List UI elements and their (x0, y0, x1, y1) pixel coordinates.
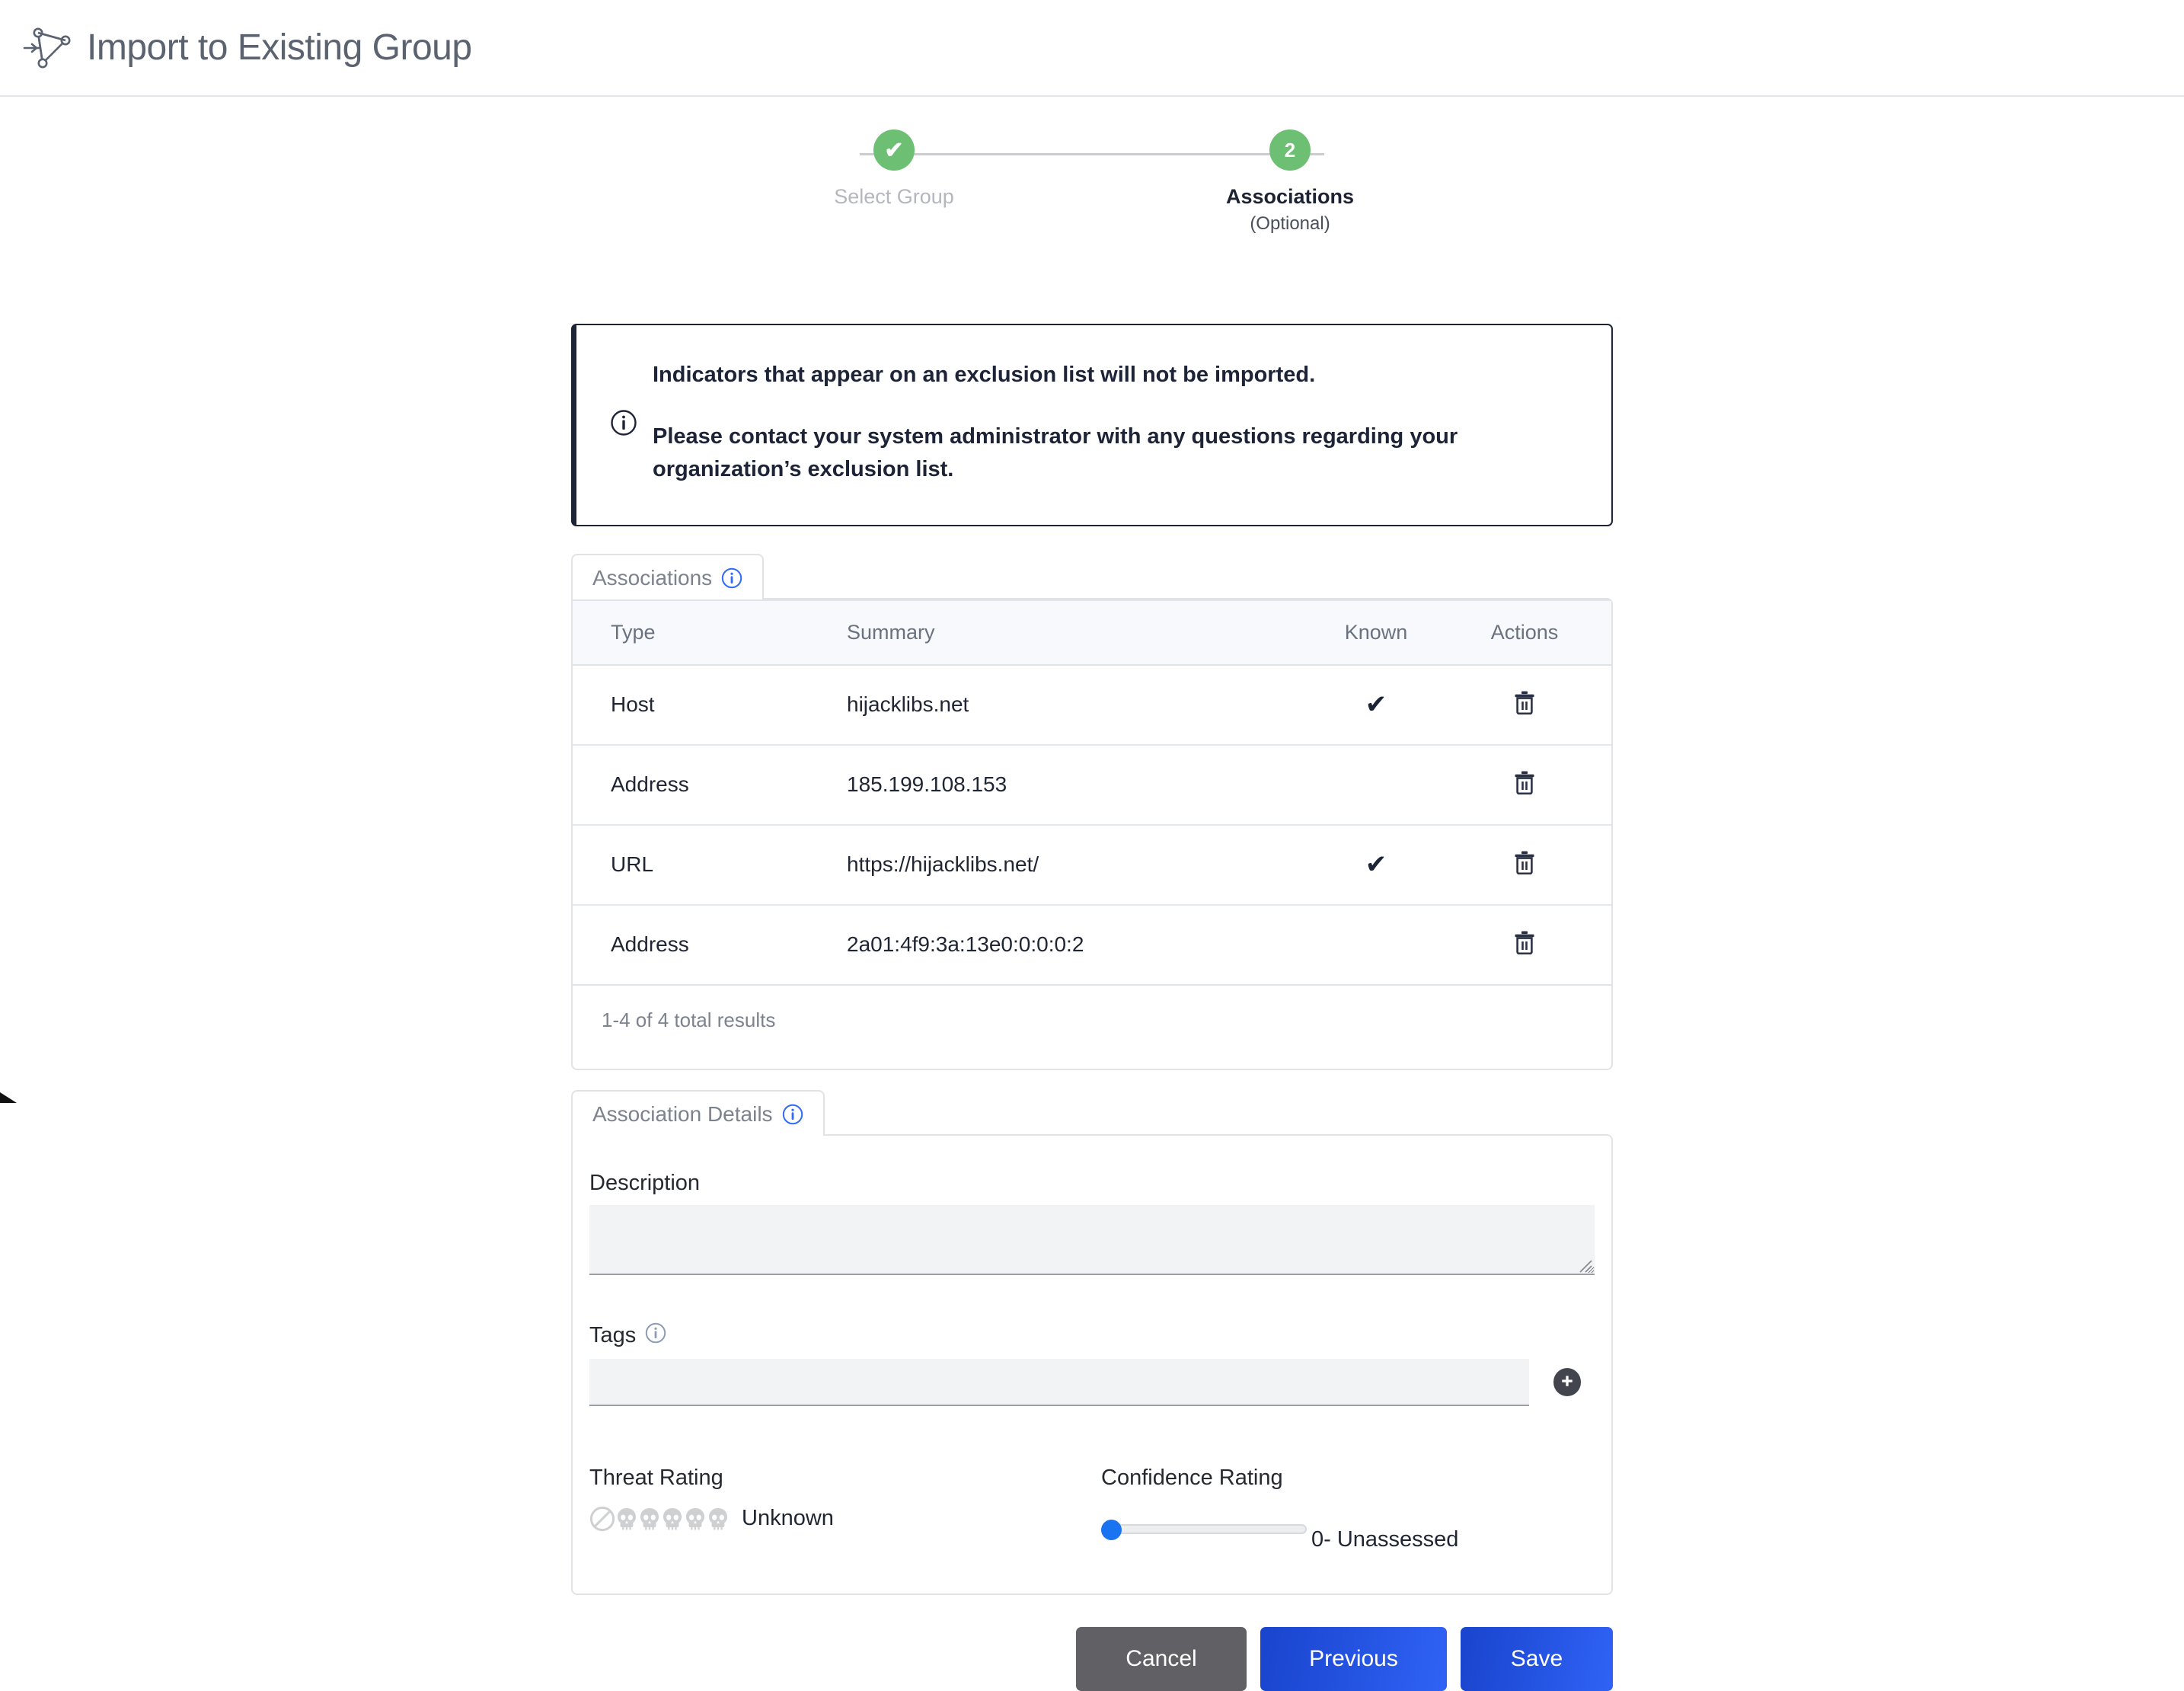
table-row[interactable]: Address 185.199.108.153 (573, 744, 1611, 826)
threat-rating-block: Threat Rating Unknown (589, 1466, 1101, 1552)
previous-button[interactable]: Previous (1260, 1626, 1447, 1691)
confidence-rating-value: 0- Unassessed (1311, 1526, 1459, 1552)
slider-track[interactable] (1110, 1524, 1307, 1534)
cell-known (1288, 904, 1464, 986)
delete-row-button[interactable] (1513, 690, 1536, 714)
threat-rating-value: Unknown (742, 1506, 834, 1530)
tab-association-details-label: Association Details (592, 1101, 773, 1126)
confidence-rating-control: 0- Unassessed (1101, 1506, 1458, 1552)
threat-rating-label: Threat Rating (589, 1465, 723, 1490)
cell-actions (1464, 744, 1611, 826)
alert-line-1: Indicators that appear on an exclusion l… (653, 363, 1316, 387)
details-tab-strip: Association Details (571, 1089, 1613, 1136)
cell-summary: https://hijacklibs.net/ (847, 824, 1288, 906)
footer-actions: Cancel Previous Save (571, 1626, 1613, 1691)
tab-associations[interactable]: Associations (571, 553, 765, 599)
resize-handle-icon[interactable] (1576, 1256, 1592, 1273)
cell-summary: hijacklibs.net (847, 664, 1288, 746)
info-circle-icon (610, 409, 637, 436)
info-circle-icon[interactable] (782, 1104, 803, 1125)
app-header: Import to Existing Group (0, 0, 2184, 97)
confidence-rating-label: Confidence Rating (1101, 1465, 1283, 1490)
trash-icon (1513, 931, 1536, 957)
step-1-label: Select Group (834, 185, 954, 208)
trash-icon (1513, 851, 1536, 877)
results-count: 1-4 of 4 total results (602, 1008, 776, 1031)
cell-actions (1464, 664, 1611, 746)
cell-known: ✔ (1288, 824, 1464, 906)
tags-label: Tags (589, 1322, 1581, 1350)
step-1-badge: ✔ (873, 129, 915, 171)
tags-label-text: Tags (589, 1323, 637, 1347)
table-row[interactable]: Address 2a01:4f9:3a:13e0:0:0:0:2 (573, 904, 1611, 986)
cell-actions (1464, 904, 1611, 986)
associations-panel: Type Summary Known Actions Host hijackli… (571, 597, 1613, 1070)
no-entry-icon[interactable] (589, 1506, 615, 1532)
main-content: Indicators that appear on an exclusion l… (571, 324, 1613, 1691)
check-icon: ✔ (1365, 849, 1387, 879)
trash-icon (1513, 691, 1536, 717)
table-header-row: Type Summary Known Actions (573, 599, 1611, 666)
plus-icon (1559, 1373, 1576, 1392)
step-2-label: Associations (1225, 185, 1355, 208)
alert-line-2: Please contact your system administrator… (653, 424, 1458, 482)
description-input[interactable] (589, 1204, 1595, 1275)
page-title: Import to Existing Group (87, 27, 472, 68)
cancel-button[interactable]: Cancel (1076, 1626, 1247, 1691)
table-row[interactable]: URL https://hijacklibs.net/ ✔ (573, 824, 1611, 906)
skull-icon[interactable] (615, 1506, 638, 1532)
association-details-panel: Description Tags Threat Rating Unknown C… (571, 1133, 1613, 1595)
stepper-step-associations[interactable]: 2 Associations (Optional) (1214, 129, 1366, 235)
column-header-known: Known (1288, 599, 1464, 666)
group-graph-icon (23, 24, 78, 72)
column-header-summary: Summary (847, 599, 1288, 666)
cell-type: URL (573, 824, 847, 906)
description-label: Description (589, 1171, 1581, 1196)
skull-icon[interactable] (661, 1506, 684, 1532)
tab-association-details[interactable]: Association Details (571, 1089, 825, 1136)
tags-input[interactable] (589, 1358, 1529, 1406)
add-tag-button[interactable] (1553, 1368, 1581, 1396)
cell-summary: 185.199.108.153 (847, 744, 1288, 826)
delete-row-button[interactable] (1513, 930, 1536, 954)
delete-row-button[interactable] (1513, 850, 1536, 874)
slider-thumb[interactable] (1101, 1520, 1122, 1540)
stepper-step-select-group[interactable]: ✔ Select Group (818, 129, 970, 235)
associations-table: Type Summary Known Actions Host hijackli… (573, 599, 1611, 986)
delete-row-button[interactable] (1513, 770, 1536, 794)
cell-actions (1464, 824, 1611, 906)
column-header-type: Type (573, 599, 847, 666)
exclusion-list-alert: Indicators that appear on an exclusion l… (571, 324, 1613, 526)
tab-associations-label: Associations (592, 565, 713, 590)
info-circle-icon[interactable] (645, 1322, 666, 1350)
save-button[interactable]: Save (1461, 1626, 1613, 1691)
trash-icon (1513, 771, 1536, 797)
left-edge-artifact (0, 1092, 17, 1103)
wizard-stepper: ✔ Select Group 2 Associations (Optional) (818, 129, 1366, 235)
cell-type: Address (573, 744, 847, 826)
cell-type: Address (573, 904, 847, 986)
associations-tab-strip: Associations (571, 553, 1613, 599)
skull-icon[interactable] (638, 1506, 661, 1532)
cell-known: ✔ (1288, 664, 1464, 746)
table-row[interactable]: Host hijacklibs.net ✔ (573, 664, 1611, 746)
threat-rating-icons[interactable] (589, 1506, 730, 1532)
cell-summary: 2a01:4f9:3a:13e0:0:0:0:2 (847, 904, 1288, 986)
confidence-slider[interactable] (1101, 1517, 1307, 1540)
tags-row (589, 1358, 1581, 1406)
step-2-sublabel: (Optional) (1250, 213, 1330, 234)
cell-known (1288, 744, 1464, 826)
skull-icon[interactable] (707, 1506, 730, 1532)
cell-type: Host (573, 664, 847, 746)
check-icon: ✔ (1365, 689, 1387, 719)
description-label-text: Description (589, 1170, 701, 1195)
info-circle-icon[interactable] (721, 567, 742, 589)
step-2-badge: 2 (1269, 129, 1311, 171)
confidence-rating-block: Confidence Rating 0- Unassessed (1101, 1466, 1458, 1552)
skull-icon[interactable] (684, 1506, 707, 1532)
ratings-row: Threat Rating Unknown Confidence Rating … (589, 1466, 1581, 1552)
threat-rating-control[interactable]: Unknown (589, 1506, 1101, 1532)
column-header-actions: Actions (1464, 599, 1611, 666)
